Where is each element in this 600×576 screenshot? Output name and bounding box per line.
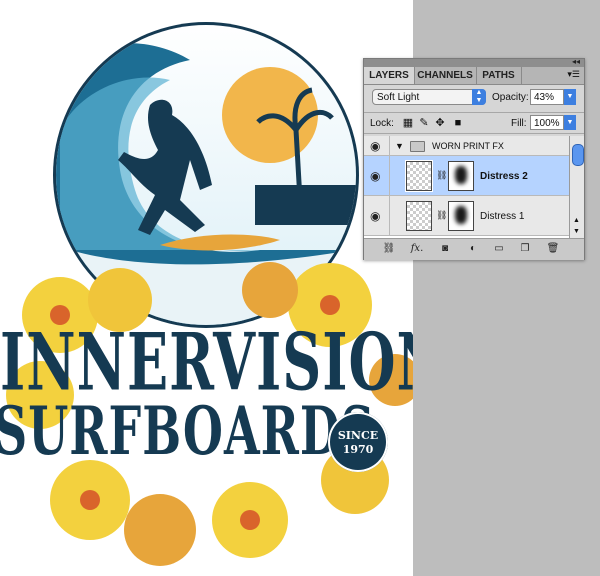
lock-label: Lock: xyxy=(370,118,394,129)
new-group-icon[interactable]: ▭ xyxy=(492,243,506,255)
layers-list: ◉ ▼ WORN PRINT FX ◉ ⛓ Distress 2 ◉ ⛓ Dis… xyxy=(364,136,569,238)
since-badge: SINCE 1970 xyxy=(328,412,388,472)
layer-mask-thumbnail[interactable] xyxy=(448,161,474,191)
scroll-up-icon[interactable]: ▲ xyxy=(573,217,580,224)
panel-bottom-bar: ⛓ fx. ◙ ◐ ▭ ❐ 🗑 xyxy=(364,238,584,260)
fill-input[interactable]: 100% xyxy=(530,115,564,130)
lock-all-icon[interactable]: ■ xyxy=(452,117,464,129)
layer-thumbnail[interactable] xyxy=(405,160,433,192)
opacity-input[interactable]: 43% xyxy=(530,89,564,105)
collapse-panel-icon[interactable]: ◂◂ xyxy=(572,57,580,66)
tab-paths[interactable]: PATHS xyxy=(476,67,522,84)
lock-position-icon[interactable]: ✥ xyxy=(434,117,446,129)
eye-icon[interactable]: ◉ xyxy=(370,210,384,222)
panel-title-bar[interactable]: ◂◂ xyxy=(364,57,584,67)
adjustment-layer-icon[interactable]: ◐ xyxy=(466,243,480,255)
expand-triangle-icon[interactable]: ▼ xyxy=(395,141,404,151)
layer-name: Distress 1 xyxy=(480,211,525,222)
blend-mode-stepper-icon[interactable]: ▲ ▼ xyxy=(472,89,486,105)
link-layers-icon[interactable]: ⛓ xyxy=(382,243,396,255)
layer-row-distress-1[interactable]: ◉ ⛓ Distress 1 xyxy=(364,196,569,236)
layer-row-distress-2[interactable]: ◉ ⛓ Distress 2 xyxy=(364,156,569,196)
lock-transparency-icon[interactable]: ▦ xyxy=(402,117,414,129)
document-canvas[interactable]: INNERVISIONS SURFBOARDS SINCE 1970 xyxy=(0,0,413,576)
fill-dropdown-icon[interactable]: ▼ xyxy=(564,115,576,130)
layers-scrollbar[interactable]: ▲ ▼ xyxy=(569,136,584,238)
layer-group-row[interactable]: ◉ ▼ WORN PRINT FX xyxy=(364,136,569,156)
panel-menu-icon[interactable]: ▾☰ xyxy=(567,69,580,80)
folder-icon xyxy=(410,141,425,152)
visibility-column: ◉ xyxy=(364,136,390,155)
new-layer-icon[interactable]: ❐ xyxy=(518,243,532,255)
opacity-label: Opacity: xyxy=(492,92,529,103)
layers-panel: ◂◂ LAYERS CHANNELS PATHS ▾☰ Soft Light ▲… xyxy=(363,57,585,260)
since-year: 1970 xyxy=(342,443,374,456)
visibility-column: ◉ xyxy=(364,156,390,195)
layer-thumbnail[interactable] xyxy=(406,201,432,231)
mask-link-icon[interactable]: ⛓ xyxy=(436,210,447,221)
tab-layers[interactable]: LAYERS xyxy=(364,67,415,84)
mask-link-icon[interactable]: ⛓ xyxy=(436,170,447,181)
opacity-dropdown-icon[interactable]: ▼ xyxy=(564,89,576,105)
tab-channels[interactable]: CHANNELS xyxy=(414,67,477,84)
lock-row: Lock: ▦ ✎ ✥ ■ Fill: 100% ▼ xyxy=(364,112,584,134)
fill-label: Fill: xyxy=(511,118,527,129)
layer-name: Distress 2 xyxy=(480,171,528,182)
surf-logo-artwork xyxy=(6,22,413,566)
eye-icon[interactable]: ◉ xyxy=(370,140,384,152)
since-label: SINCE xyxy=(337,429,379,442)
fx-icon[interactable]: fx. xyxy=(410,243,424,255)
blend-mode-value: Soft Light xyxy=(377,92,420,103)
layer-mask-thumbnail[interactable] xyxy=(448,201,474,231)
lock-image-pixels-icon[interactable]: ✎ xyxy=(418,117,430,129)
group-name: WORN PRINT FX xyxy=(432,141,504,151)
trash-icon[interactable]: 🗑 xyxy=(546,243,560,255)
blend-mode-select[interactable]: Soft Light ▲ ▼ xyxy=(372,89,486,105)
eye-icon[interactable]: ◉ xyxy=(370,170,384,182)
scroll-down-icon[interactable]: ▼ xyxy=(573,228,580,235)
scrollbar-thumb[interactable] xyxy=(572,144,584,166)
add-mask-icon[interactable]: ◙ xyxy=(438,243,452,255)
visibility-column: ◉ xyxy=(364,196,390,235)
panel-tabs: LAYERS CHANNELS PATHS ▾☰ xyxy=(364,67,584,85)
